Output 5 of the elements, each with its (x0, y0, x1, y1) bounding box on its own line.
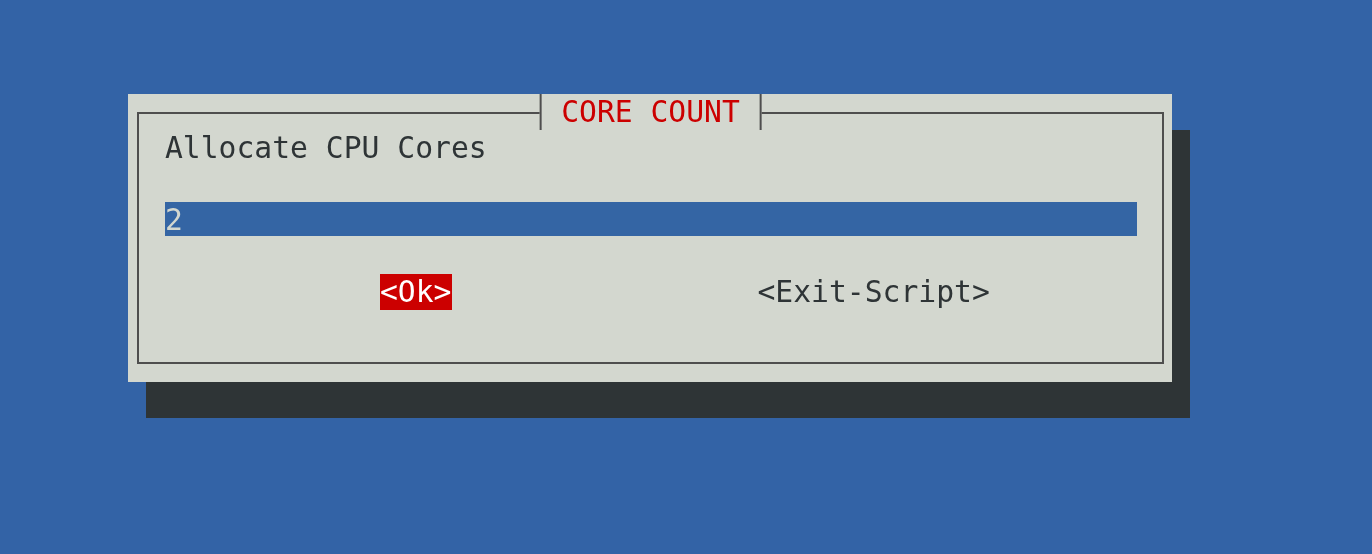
dialog-button[interactable]: <Ok> (380, 274, 452, 310)
dialog-title: CORE COUNT (539, 94, 762, 130)
input-field[interactable]: 2 (165, 202, 1137, 238)
prompt-text: Allocate CPU Cores (165, 130, 488, 166)
dialog-button[interactable]: <Exit-Script> (757, 274, 990, 310)
